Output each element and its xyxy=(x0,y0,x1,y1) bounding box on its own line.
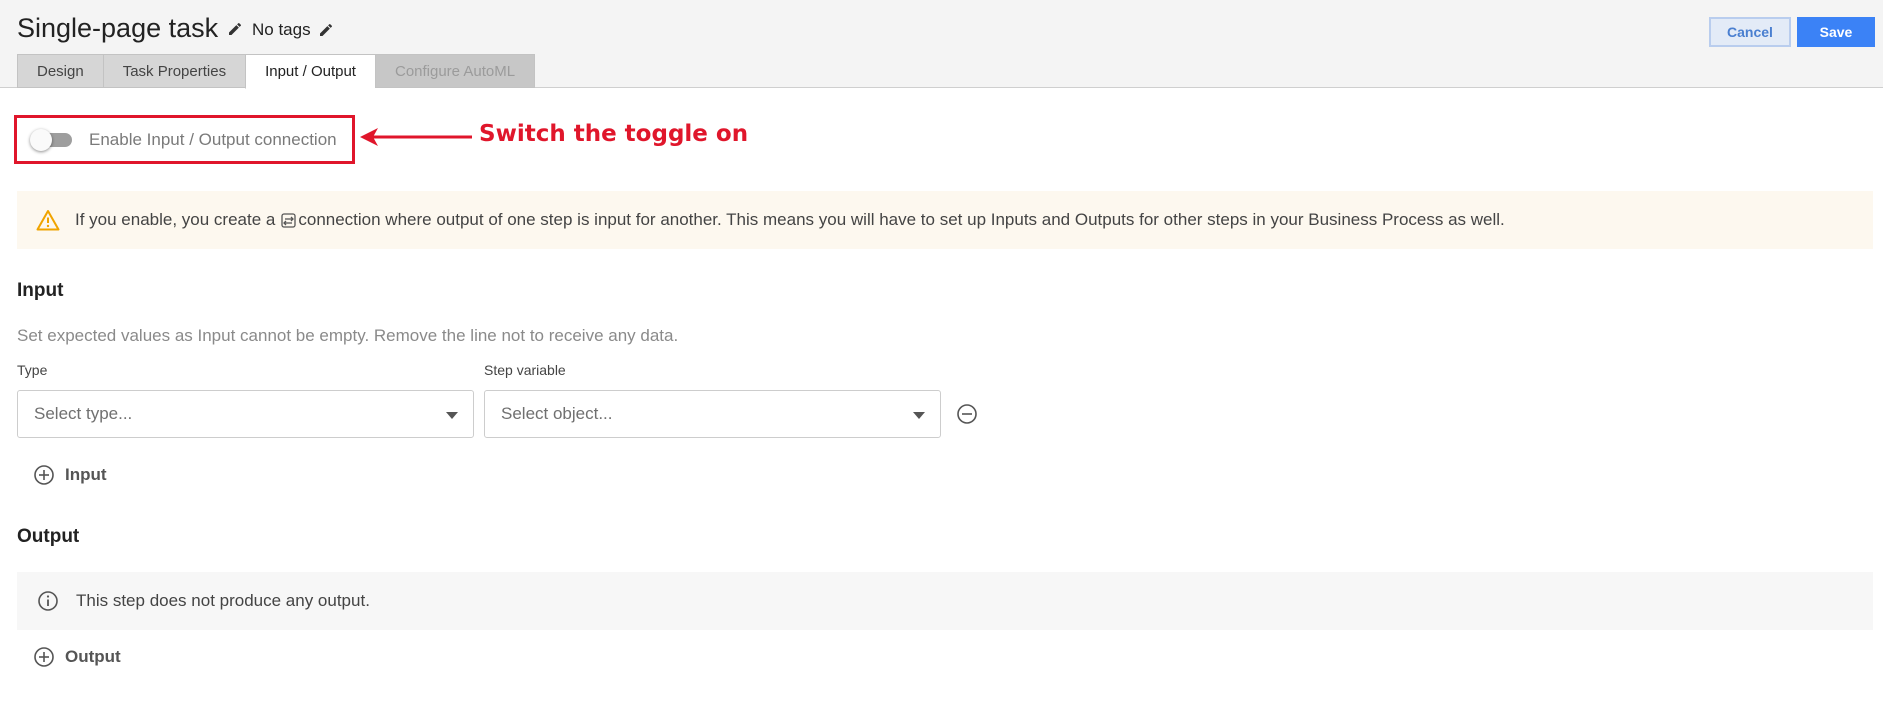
edit-title-pencil-icon[interactable] xyxy=(227,21,243,37)
tab-configure-automl: Configure AutoML xyxy=(374,54,536,88)
annotation-arrow-icon xyxy=(360,128,472,146)
input-section-title: Input xyxy=(17,280,64,301)
page-header: Single-page task No tags Cancel Save Des… xyxy=(0,0,1883,89)
plus-circle-icon xyxy=(34,647,54,667)
type-select[interactable]: Select type... xyxy=(17,390,474,438)
tags-label: No tags xyxy=(252,20,311,39)
output-info-banner: This step does not produce any output. xyxy=(17,572,1873,630)
add-output-label: Output xyxy=(65,647,121,666)
add-input-label: Input xyxy=(65,465,107,484)
warning-text: If you enable, you create a connection w… xyxy=(75,210,1505,230)
remove-line-minus-icon[interactable] xyxy=(956,403,978,425)
annotation-text: Switch the toggle on xyxy=(479,121,749,147)
step-variable-field-label: Step variable xyxy=(484,362,566,378)
step-variable-select-placeholder: Select object... xyxy=(501,404,613,423)
input-hint: Set expected values as Input cannot be e… xyxy=(17,326,679,345)
save-button[interactable]: Save xyxy=(1797,17,1875,47)
caret-down-icon xyxy=(913,412,925,419)
step-variable-select[interactable]: Select object... xyxy=(484,390,941,438)
type-field-label: Type xyxy=(17,362,48,378)
add-output-button[interactable]: Output xyxy=(33,646,121,668)
tags-group: No tags xyxy=(252,20,334,40)
tab-bar: Design Task Properties Input / Output Co… xyxy=(17,54,536,89)
warning-text-before: If you enable, you create a xyxy=(75,210,276,229)
tab-task-properties[interactable]: Task Properties xyxy=(102,54,246,88)
plus-circle-icon xyxy=(34,465,54,485)
type-select-placeholder: Select type... xyxy=(34,404,133,423)
caret-down-icon xyxy=(446,412,458,419)
edit-tags-pencil-icon[interactable] xyxy=(318,22,334,38)
page-title: Single-page task xyxy=(17,13,219,43)
cancel-button[interactable]: Cancel xyxy=(1709,17,1791,47)
warning-text-after: connection where output of one step is i… xyxy=(298,210,1505,229)
tab-input-output[interactable]: Input / Output xyxy=(245,54,375,89)
io-connection-toggle-label: Enable Input / Output connection xyxy=(89,129,337,149)
warning-banner: If you enable, you create a connection w… xyxy=(17,191,1873,249)
output-info-text: This step does not produce any output. xyxy=(76,591,370,610)
toggle-highlight-box: Enable Input / Output connection xyxy=(14,115,355,164)
connection-icon xyxy=(281,212,297,228)
tab-design[interactable]: Design xyxy=(17,54,103,88)
page-title-group: Single-page task xyxy=(17,13,243,44)
info-circle-icon xyxy=(38,591,58,611)
warning-triangle-icon xyxy=(36,210,60,231)
add-input-button[interactable]: Input xyxy=(33,464,107,486)
io-connection-toggle[interactable] xyxy=(30,128,74,151)
output-section-title: Output xyxy=(17,526,80,547)
toggle-knob xyxy=(30,128,52,151)
